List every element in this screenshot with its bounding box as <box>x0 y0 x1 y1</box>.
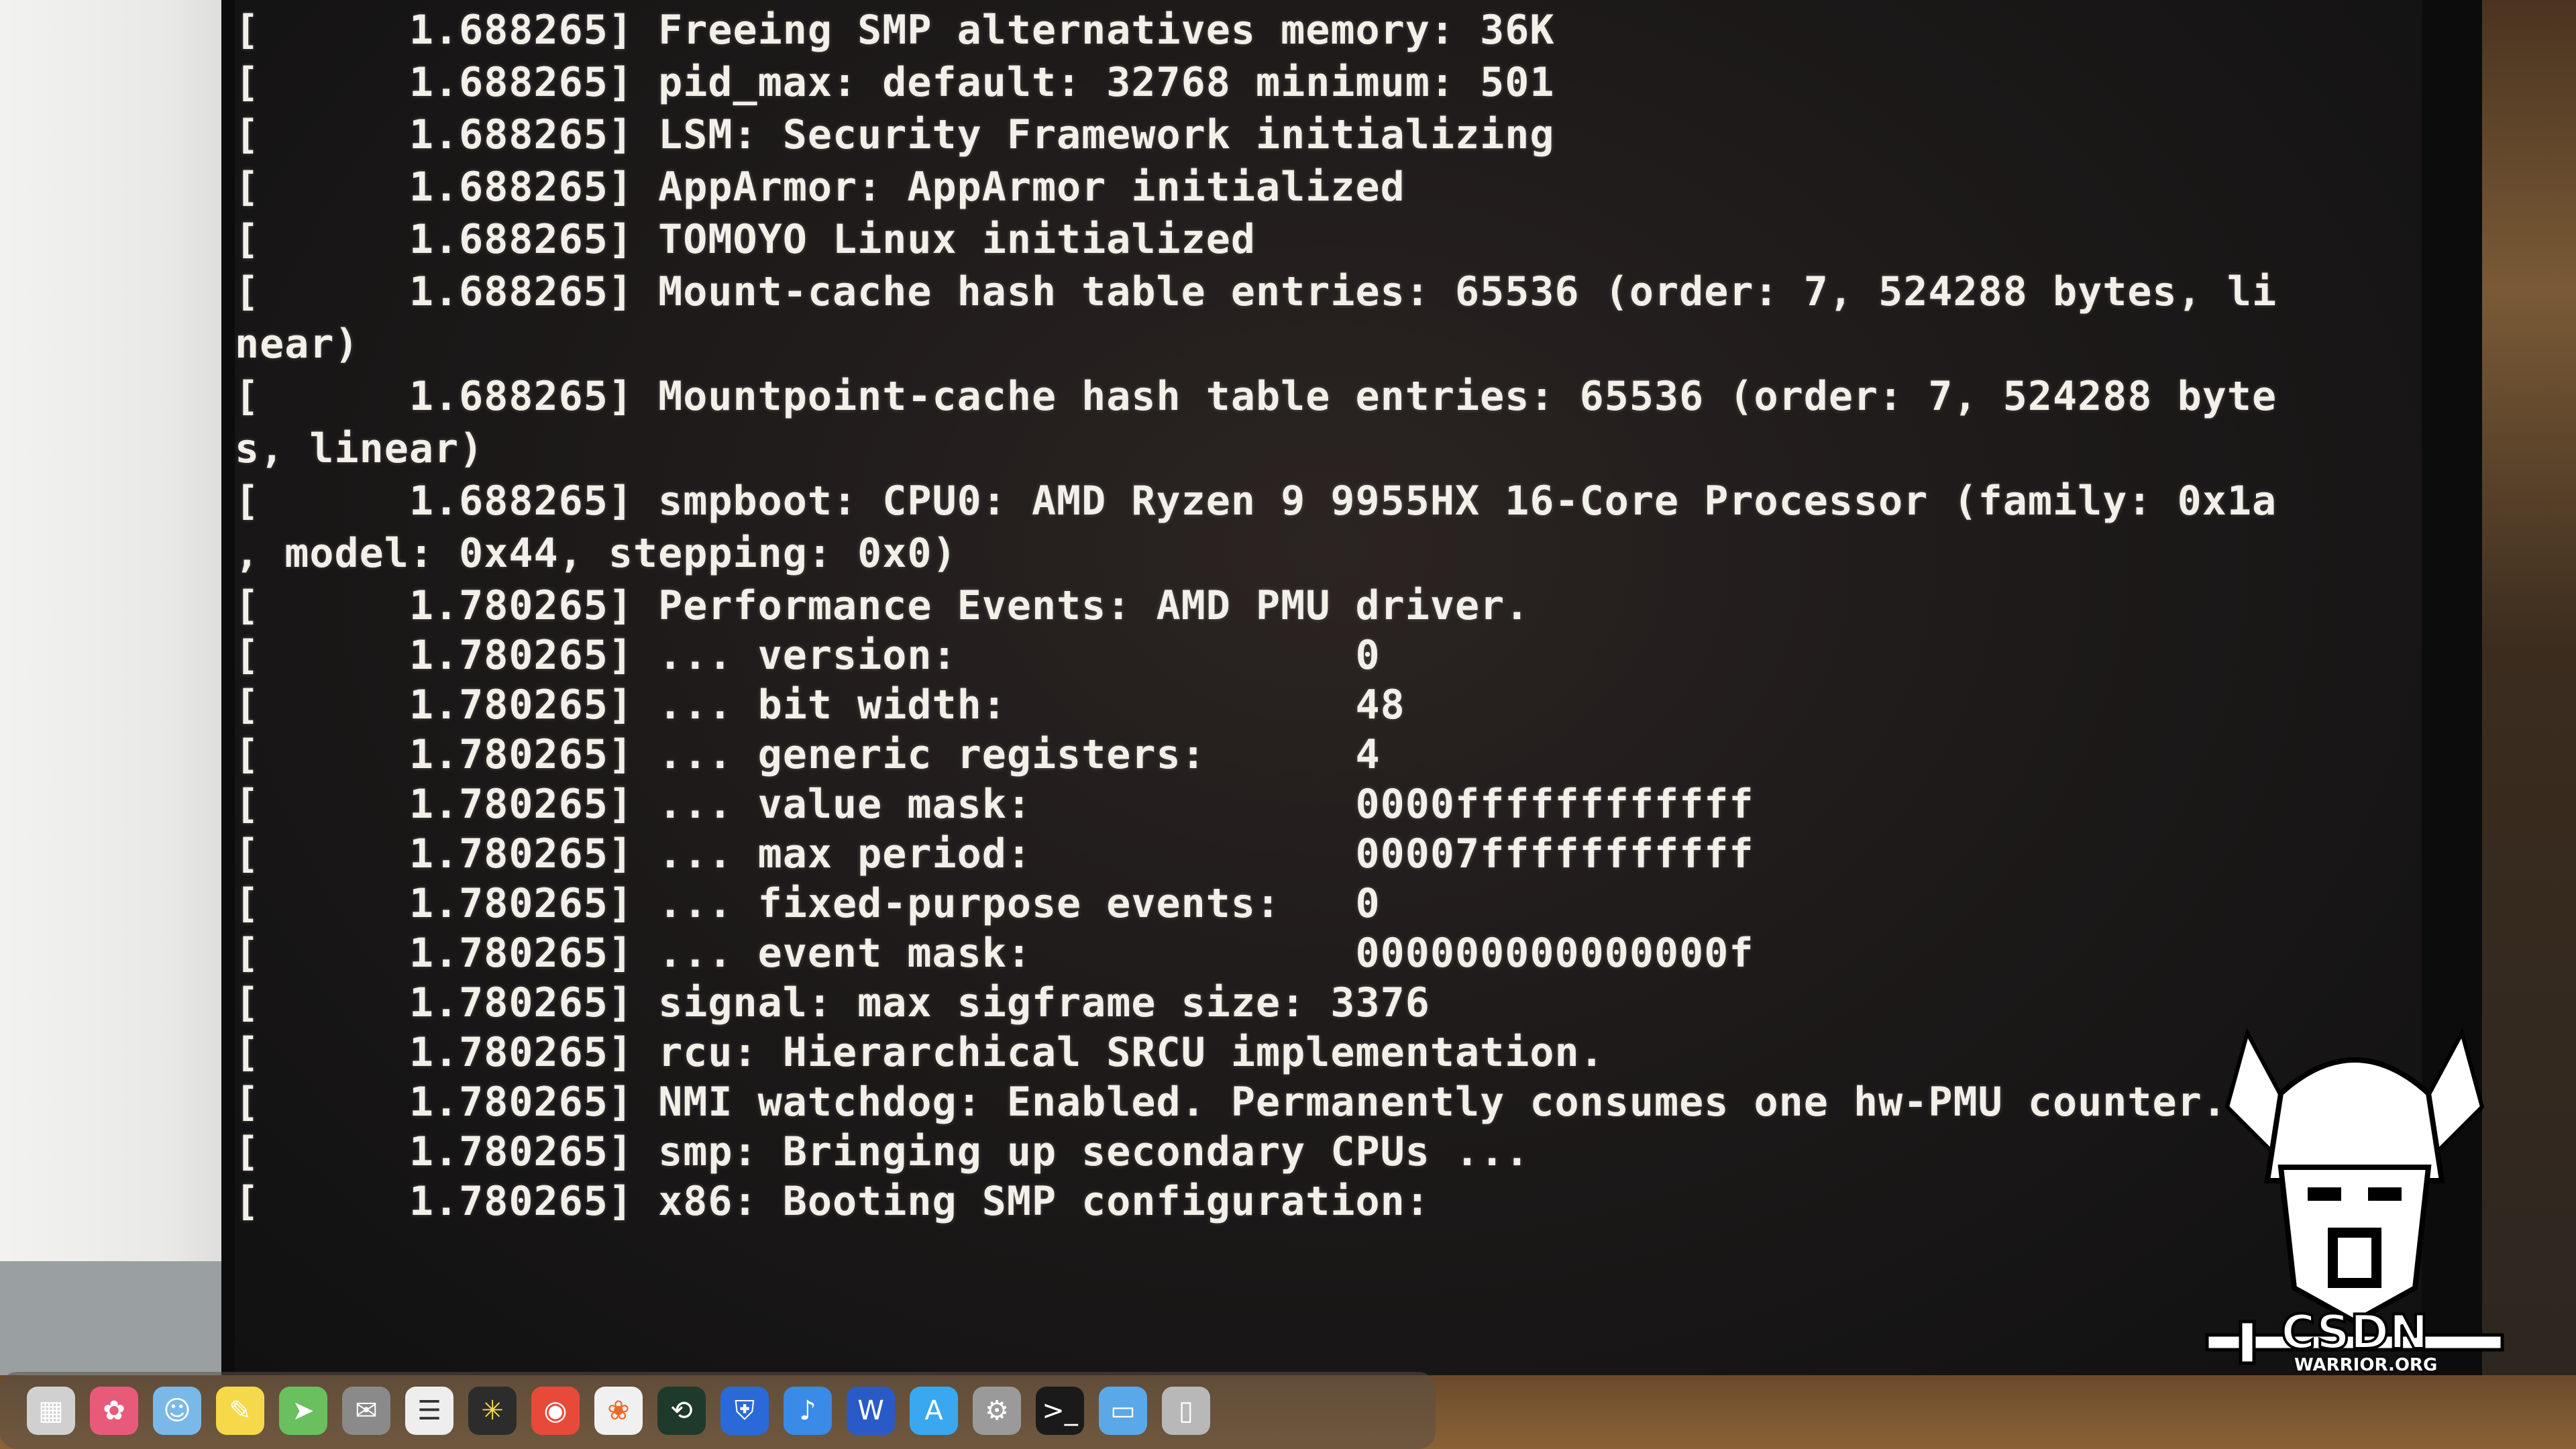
logo-wordmark: CSDN <box>2281 1305 2428 1360</box>
photos-app-icon[interactable]: ❀ <box>594 1386 643 1435</box>
word-icon[interactable]: W <box>847 1386 895 1435</box>
logo-caption: WARRIOR.ORG <box>2294 1355 2438 1375</box>
console-line: [ 1.780265] signal: max sigframe size: 3… <box>235 979 1430 1026</box>
console-line: [ 1.688265] Freeing SMP alternatives mem… <box>235 7 1555 54</box>
console-line: [ 1.780265] ... fixed-purpose events: 0 <box>235 880 1381 927</box>
settings-icon[interactable]: ⚙ <box>973 1386 1021 1435</box>
console-line: [ 1.688265] Mount-cache hash table entri… <box>235 268 2277 315</box>
boot-console: [ 1.688265] Freeing SMP alternatives mem… <box>235 0 2422 1375</box>
trash-icon[interactable]: ▯ <box>1162 1386 1210 1435</box>
chrome-icon[interactable]: ◉ <box>531 1386 580 1435</box>
bitwarden-icon[interactable]: ⛨ <box>720 1386 769 1435</box>
chatgpt-icon[interactable]: ⟲ <box>657 1386 706 1435</box>
console-line: [ 1.688265] LSM: Security Framework init… <box>235 111 1555 158</box>
music-icon[interactable]: ♪ <box>784 1386 832 1435</box>
macos-dock: ▦ ✿ ☺ ✎ ➤ ✉ ☰ ✳ ◉ ❀ ⟲ ⛨ ♪ W A ⚙ >_ ▭ ▯ <box>0 1372 1436 1449</box>
background-wall <box>0 0 241 1261</box>
console-line: [ 1.780265] ... generic registers: 4 <box>235 731 1381 778</box>
console-line: [ 1.688265] TOMOYO Linux initialized <box>235 216 1256 263</box>
mail-icon[interactable]: ✉ <box>342 1386 390 1435</box>
console-line: [ 1.688265] Mountpoint-cache hash table … <box>235 373 2277 420</box>
photos-icon[interactable]: ✿ <box>90 1386 138 1435</box>
console-line: [ 1.688265] AppArmor: AppArmor initializ… <box>235 164 1405 211</box>
console-line: [ 1.780265] rcu: Hierarchical SRCU imple… <box>235 1029 1605 1076</box>
maps-icon[interactable]: ➤ <box>279 1386 327 1435</box>
console-line: [ 1.780265] ... event mask: 000000000000… <box>235 930 1754 977</box>
launchpad-icon[interactable]: ▦ <box>27 1386 75 1435</box>
reminders-icon[interactable]: ☰ <box>405 1386 453 1435</box>
terminal-icon[interactable]: >_ <box>1036 1386 1084 1435</box>
console-line: near) <box>235 321 360 368</box>
console-line: [ 1.780265] x86: Booting SMP configurati… <box>235 1178 1430 1225</box>
console-line: [ 1.780265] ... value mask: 0000ffffffff… <box>235 781 1754 828</box>
console-line: [ 1.780265] smp: Bringing up secondary C… <box>235 1128 1530 1175</box>
finder-icon[interactable]: ☺ <box>153 1386 201 1435</box>
csdn-warrior-logo: CSDN <box>2205 1027 2504 1365</box>
console-line: s, linear) <box>235 425 484 472</box>
console-line: [ 1.688265] pid_max: default: 32768 mini… <box>235 59 1555 106</box>
console-line: [ 1.780265] ... bit width: 48 <box>235 682 1405 729</box>
console-line: [ 1.780265] Performance Events: AMD PMU … <box>235 582 1530 629</box>
console-line: [ 1.688265] smpboot: CPU0: AMD Ryzen 9 9… <box>235 478 2277 525</box>
notes-icon[interactable]: ✎ <box>216 1386 264 1435</box>
console-line: [ 1.780265] ... max period: 00007fffffff… <box>235 830 1754 877</box>
app-store-icon[interactable]: A <box>910 1386 958 1435</box>
console-line: [ 1.780265] NMI watchdog: Enabled. Perma… <box>235 1079 2227 1126</box>
console-line: , model: 0x44, stepping: 0x0) <box>235 530 957 577</box>
folder-icon[interactable]: ▭ <box>1099 1386 1147 1435</box>
console-line: [ 1.780265] ... version: 0 <box>235 632 1381 679</box>
sun-icon[interactable]: ✳ <box>468 1386 517 1435</box>
